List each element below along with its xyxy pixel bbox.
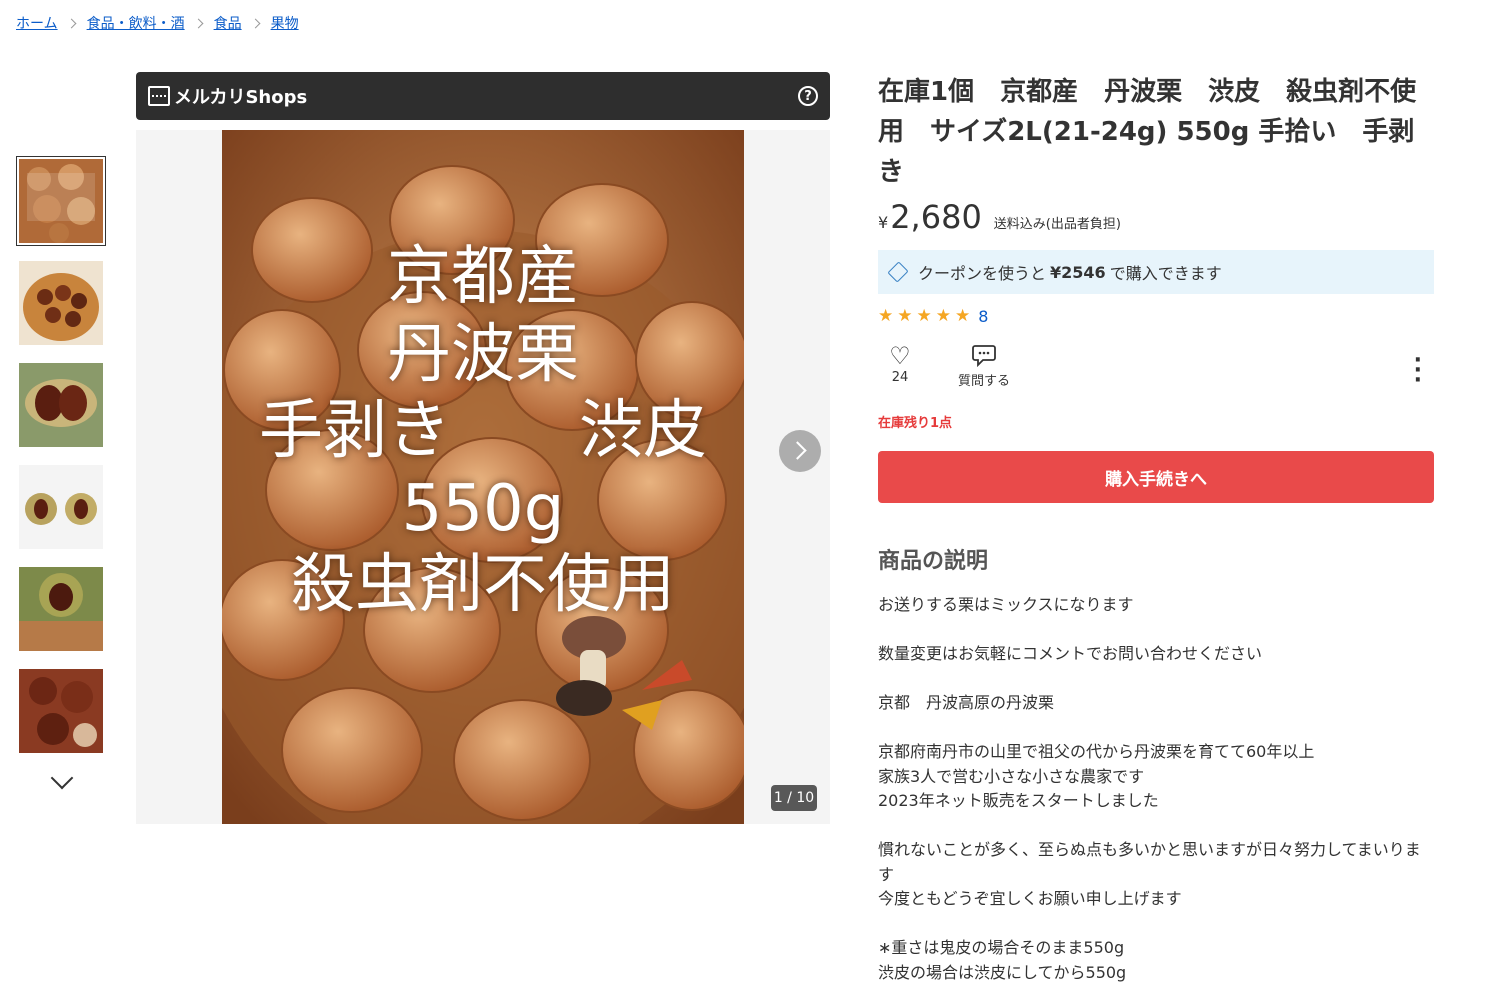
- coupon-prefix: クーポンを使うと: [918, 264, 1047, 283]
- thumbnail-image: [19, 567, 103, 651]
- star-icon: ★: [916, 306, 932, 326]
- main-image-frame: 京都産 丹波栗 手剥き 渋皮 550g 殺虫剤不使用: [136, 130, 830, 824]
- overlay-line-4: 550g: [401, 472, 565, 546]
- action-row: ♡ 24 質問する · · ·: [878, 342, 1434, 400]
- star-icon: ★: [897, 306, 913, 326]
- description-paragraph: 京都府南丹市の山里で祖父の代から丹波栗を育てて60年以上 家族3人で営む小さな小…: [878, 742, 1315, 810]
- overlay-line-1: 京都産: [387, 240, 579, 314]
- thumbnail-image: [19, 465, 103, 549]
- buy-button[interactable]: 購入手続きへ: [878, 451, 1434, 503]
- breadcrumb-fruit[interactable]: 果物: [271, 13, 299, 33]
- coupon-banner[interactable]: クーポンを使うと ¥2546 で購入できます: [878, 250, 1434, 294]
- rating-count[interactable]: 8: [978, 307, 988, 326]
- coupon-suffix: で購入できます: [1109, 264, 1222, 283]
- product-price: 2,680: [890, 198, 982, 236]
- overlay-line-2: 丹波栗: [387, 318, 579, 392]
- like-count: 24: [891, 370, 909, 385]
- description-paragraph: 数量変更はお気軽にコメントでお問い合わせください: [878, 644, 1263, 663]
- breadcrumb: ホーム 食品・飲料・酒 食品 果物: [16, 13, 299, 33]
- description-paragraph: ∗重さは鬼皮の場合そのまま550g 渋皮の場合は渋皮にしてから550g: [878, 938, 1127, 982]
- thumbnail-image: [19, 363, 103, 447]
- thumbnail-image: [19, 669, 103, 753]
- chevron-right-icon: [250, 18, 261, 28]
- chevron-down-icon[interactable]: [50, 766, 74, 790]
- like-button[interactable]: ♡ 24: [864, 342, 936, 385]
- thumbnail-list: [16, 156, 108, 768]
- shops-name[interactable]: メルカリShops: [174, 83, 307, 109]
- star-icon: ★: [878, 306, 894, 326]
- description-paragraph: お送りする栗はミックスになります: [878, 595, 1134, 614]
- star-icon: ★: [935, 306, 951, 326]
- product-title: 在庫1個 京都産 丹波栗 渋皮 殺虫剤不使用 サイズ2L(21-24g) 550…: [878, 77, 1417, 187]
- thumbnail-6[interactable]: [16, 666, 106, 756]
- heart-icon: ♡: [889, 342, 911, 370]
- image-counter: 1 / 10: [771, 785, 817, 811]
- thumbnail-4[interactable]: [16, 462, 106, 552]
- thumbnail-1[interactable]: [16, 156, 106, 246]
- next-image-button[interactable]: [779, 430, 821, 472]
- description-heading: 商品の説明: [878, 549, 989, 574]
- currency-symbol: ¥: [878, 213, 889, 232]
- description-body: お送りする栗はミックスになります 数量変更はお気軽にコメントでお問い合わせくださ…: [878, 593, 1434, 985]
- main-product-image: 京都産 丹波栗 手剥き 渋皮 550g 殺虫剤不使用: [222, 130, 744, 824]
- thumbnail-5[interactable]: [16, 564, 106, 654]
- breadcrumb-home[interactable]: ホーム: [16, 13, 58, 33]
- coupon-amount: ¥2546: [1050, 262, 1106, 282]
- rating[interactable]: ★ ★ ★ ★ ★ 8: [878, 306, 1434, 326]
- description-paragraph: 慣れないことが多く、至らぬ点も多いかと思いますが日々努力してまいります 今度とも…: [878, 840, 1421, 908]
- breadcrumb-food[interactable]: 食品: [214, 13, 242, 33]
- thumbnail-2[interactable]: [16, 258, 106, 348]
- thumbnail-image: [19, 261, 103, 345]
- thumbnail-image: [19, 159, 103, 243]
- shop-icon: [148, 86, 170, 106]
- chevron-right-icon: [193, 18, 204, 28]
- star-icon: ★: [955, 306, 971, 326]
- question-label: 質問する: [957, 374, 1010, 389]
- chevron-right-icon: [66, 18, 77, 28]
- more-options-icon[interactable]: · · ·: [1414, 350, 1422, 392]
- comment-icon: [948, 342, 1020, 370]
- stock-note: 在庫残り1点: [878, 416, 953, 431]
- thumbnail-3[interactable]: [16, 360, 106, 450]
- product-info: 在庫1個 京都産 丹波栗 渋皮 殺虫剤不使用 サイズ2L(21-24g) 550…: [878, 72, 1434, 993]
- question-button[interactable]: 質問する: [948, 342, 1020, 389]
- price-row: ¥ 2,680 送料込み(出品者負担): [878, 198, 1434, 236]
- shipping-note: 送料込み(出品者負担): [993, 217, 1121, 232]
- help-icon[interactable]: ?: [798, 86, 818, 106]
- overlay-line-3: 手剥き 渋皮: [259, 394, 707, 468]
- overlay-line-5: 殺虫剤不使用: [291, 548, 675, 622]
- coupon-tag-icon: [887, 261, 909, 283]
- shops-header: メルカリShops ?: [136, 72, 830, 120]
- description-paragraph: 京都 丹波高原の丹波栗: [878, 693, 1055, 712]
- breadcrumb-food-drink[interactable]: 食品・飲料・酒: [87, 13, 185, 33]
